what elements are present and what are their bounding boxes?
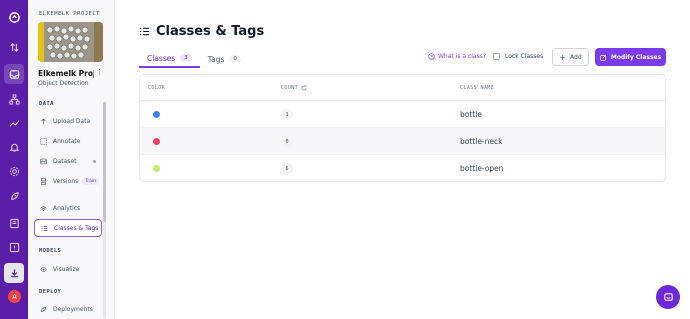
plus-icon: +: [559, 52, 567, 62]
list-icon: [41, 225, 48, 231]
versions-icon: [41, 177, 46, 185]
page-title: Classes & Tags: [139, 24, 264, 39]
class-name: bottle: [460, 110, 482, 119]
user-avatar[interactable]: A: [8, 290, 21, 303]
table-row[interactable]: 1 bottle: [140, 101, 665, 128]
project-name: Elkemelk Proj...: [38, 69, 94, 78]
project-label: ELKEMELK PROJECT: [39, 11, 100, 17]
sidebar-item-analytics[interactable]: Analytics: [34, 199, 102, 217]
classes-table: COLOR COUNT CLASS NAME 1 bottle 0 bottle…: [139, 74, 666, 182]
sidebar-item-label: Upload Data: [53, 117, 91, 125]
page-title-text: Classes & Tags: [156, 24, 265, 39]
upload-icon: [41, 118, 46, 124]
sidebar-item-label: Dataset: [53, 157, 77, 165]
annotate-icon: [40, 137, 47, 145]
class-color-dot[interactable]: [153, 138, 160, 145]
what-is-class-link[interactable]: What is a class?: [428, 53, 486, 60]
add-button[interactable]: + Add: [552, 48, 589, 66]
sidebar-item-label: Deployments: [53, 305, 93, 313]
sidebar-item-label: Annotate: [53, 137, 81, 145]
deployments-icon: [41, 306, 47, 312]
sidebar-item-versions[interactable]: Versions Train: [34, 172, 102, 190]
sidebar-item-classes-tags[interactable]: Classes & Tags: [34, 219, 102, 237]
app-root: A ELKEMELK PROJECT Elkemelk Proj... ⋮ Ob…: [0, 0, 690, 319]
class-count: 6: [281, 163, 293, 174]
rocket-icon[interactable]: [4, 186, 24, 206]
analytics-icon: [40, 205, 47, 211]
download-icon[interactable]: [4, 263, 24, 283]
class-color-dot[interactable]: [153, 111, 160, 118]
column-header-count[interactable]: COUNT: [281, 85, 307, 91]
tab-tags[interactable]: Tags 0: [200, 50, 249, 68]
modify-classes-label: Modify Classes: [610, 53, 662, 61]
main-content: Classes & Tags Classes 3 Tags 0 What is …: [115, 0, 690, 319]
class-count: 0: [281, 136, 293, 147]
dataset-icon: [40, 158, 47, 164]
column-header-color: COLOR: [148, 85, 165, 91]
sidebar-item-upload-data[interactable]: Upload Data: [34, 112, 102, 130]
workflow-icon[interactable]: [4, 89, 24, 109]
settings-icon[interactable]: [4, 161, 24, 181]
sidebar-item-visualize[interactable]: Visualize: [34, 260, 102, 278]
column-header-label: COLOR: [148, 85, 166, 91]
inbox-icon[interactable]: [4, 64, 24, 84]
add-button-label: Add: [570, 53, 582, 61]
help-icon[interactable]: [4, 237, 24, 257]
refresh-icon[interactable]: [301, 85, 307, 91]
table-header: COLOR COUNT CLASS NAME: [140, 75, 665, 101]
more-vertical-icon[interactable]: ⋮: [96, 68, 103, 76]
class-color-dot[interactable]: [153, 165, 160, 172]
book-icon[interactable]: [4, 213, 24, 233]
table-row[interactable]: 6 bottle-open: [140, 155, 665, 181]
lock-classes-checkbox[interactable]: [493, 53, 500, 60]
sidebar-scrollbar[interactable]: [103, 102, 106, 319]
visualize-icon: [40, 266, 47, 272]
table-row[interactable]: 0 bottle-neck: [140, 128, 665, 155]
tab-classes[interactable]: Classes 3: [139, 50, 200, 68]
section-data: DATA: [39, 101, 54, 107]
tab-count: 0: [229, 55, 241, 63]
class-count: 1: [281, 109, 293, 120]
chat-support-button[interactable]: [656, 285, 680, 309]
tab-bar: Classes 3 Tags 0: [139, 50, 249, 68]
status-dot: [93, 159, 96, 163]
column-header-class-name: CLASS NAME: [460, 85, 494, 91]
tab-count: 3: [180, 54, 192, 62]
sidebar-item-label: Visualize: [53, 265, 80, 273]
project-sidebar: ELKEMELK PROJECT Elkemelk Proj... ⋮ Obje…: [28, 0, 115, 319]
help-circle-icon: [428, 53, 435, 60]
scrollbar-thumb[interactable]: [103, 102, 106, 222]
sidebar-item-deployments[interactable]: Deployments: [34, 300, 102, 318]
edit-icon: [600, 54, 607, 61]
what-is-class-label: What is a class?: [438, 53, 487, 60]
icon-rail: A: [0, 0, 28, 319]
tab-label: Tags: [207, 54, 225, 64]
section-deploy: DEPLOY: [39, 289, 62, 295]
section-models: MODELS: [39, 248, 62, 254]
list-icon: [139, 27, 150, 36]
chat-icon: [663, 292, 673, 301]
sidebar-item-label: Classes & Tags: [54, 224, 99, 232]
sidebar-item-label: Analytics: [53, 204, 81, 212]
modify-classes-button[interactable]: Modify Classes: [595, 48, 666, 66]
column-header-label: COUNT: [281, 85, 299, 91]
sort-arrows-icon[interactable]: [4, 37, 24, 57]
class-name: bottle-open: [460, 164, 504, 173]
sidebar-item-annotate[interactable]: Annotate: [34, 132, 102, 150]
trend-icon[interactable]: [4, 113, 24, 133]
column-header-label: CLASS NAME: [460, 85, 495, 91]
tab-label: Classes: [147, 53, 176, 63]
sidebar-item-label: Versions: [53, 177, 79, 185]
bell-icon[interactable]: [4, 137, 24, 157]
class-name: bottle-neck: [460, 137, 503, 146]
lock-classes-label: Lock Classes: [505, 53, 544, 60]
project-type: Object Detection: [38, 80, 89, 87]
lock-classes-toggle[interactable]: Lock Classes: [493, 53, 543, 60]
project-thumbnail[interactable]: [38, 22, 103, 62]
train-badge: Train: [82, 177, 100, 185]
logo-icon[interactable]: [4, 7, 24, 27]
sidebar-item-dataset[interactable]: Dataset: [34, 152, 102, 170]
